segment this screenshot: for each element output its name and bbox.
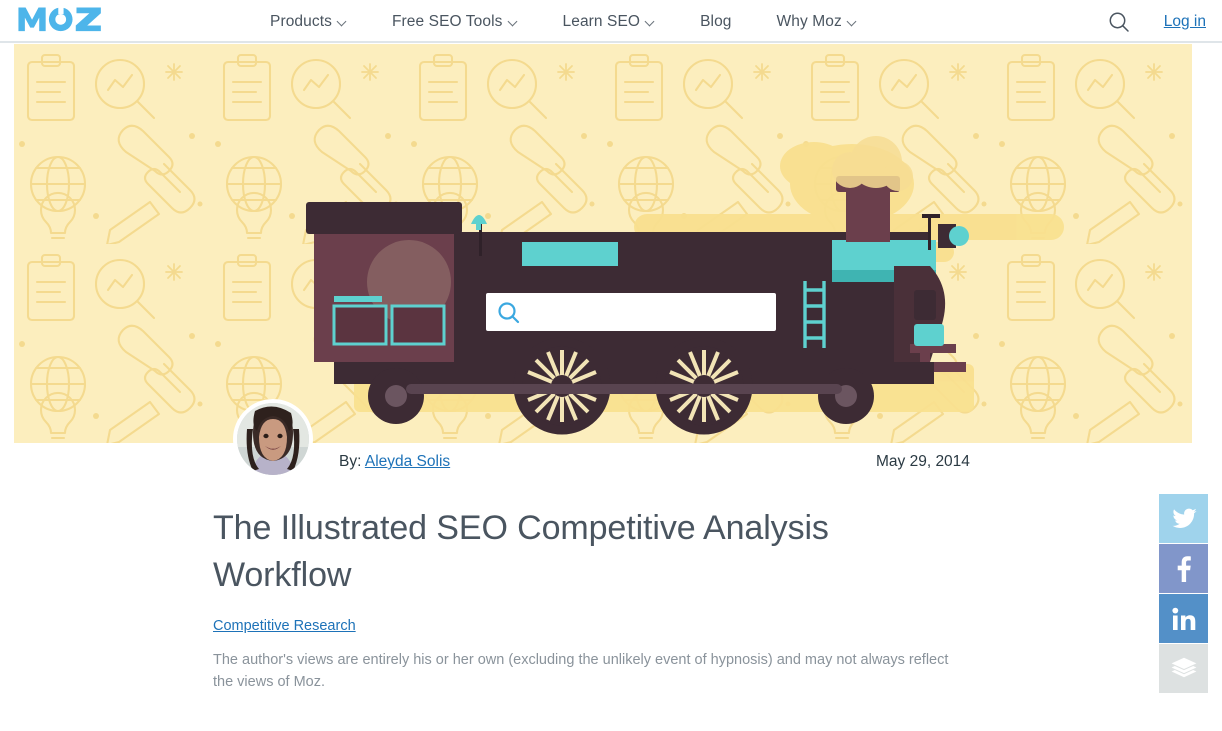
nav-item-why-moz[interactable]: Why Moz <box>777 13 857 31</box>
nav-item-learn-seo[interactable]: Learn SEO <box>563 13 656 31</box>
search-button[interactable] <box>1106 9 1132 35</box>
hero-illustration-svg <box>14 44 1192 443</box>
nav-item-label: Learn SEO <box>562 12 641 30</box>
nav-item-label: Products <box>270 12 332 30</box>
nav-item-label: Blog <box>700 12 732 30</box>
twitter-icon <box>1171 508 1197 528</box>
nav-item-label: Why Moz <box>776 12 842 30</box>
share-button-linkedin[interactable] <box>1159 594 1208 643</box>
buffer-icon <box>1171 657 1196 677</box>
nav-item-blog[interactable]: Blog <box>700 13 731 31</box>
nav-right-group: Log in <box>1106 0 1206 43</box>
moz-logo[interactable] <box>17 5 103 33</box>
linkedin-icon <box>1171 607 1195 630</box>
article-category-link[interactable]: Competitive Research <box>213 618 356 634</box>
share-button-facebook[interactable] <box>1159 544 1208 593</box>
article-disclaimer: The author's views are entirely his or h… <box>213 652 949 690</box>
login-link[interactable]: Log in <box>1164 13 1206 31</box>
byline-by-label: By: <box>339 453 362 470</box>
avatar-photo-icon <box>237 403 309 475</box>
article-header: The Illustrated SEO Competitive Analysis… <box>213 505 973 708</box>
social-share-rail <box>1159 494 1208 694</box>
share-button-buffer[interactable] <box>1159 644 1208 693</box>
nav-item-label: Free SEO Tools <box>391 12 503 30</box>
search-icon <box>1109 12 1129 32</box>
byline-date: May 29, 2014 <box>876 453 970 470</box>
byline-author-link[interactable]: Aleyda Solis <box>365 453 450 470</box>
byline-author-block: By: Aleyda Solis <box>339 453 450 471</box>
nav-item-free-seo-tools[interactable]: Free SEO Tools <box>392 13 518 31</box>
chevron-down-icon <box>509 18 518 27</box>
facebook-icon <box>1177 555 1191 582</box>
chevron-down-icon <box>338 18 347 27</box>
chevron-down-icon <box>848 18 857 27</box>
hero-illustration <box>14 44 1192 443</box>
avatar[interactable] <box>233 399 313 479</box>
top-navigation-bar: Products Free SEO Tools Learn SEO Blog W… <box>0 0 1222 43</box>
share-button-twitter[interactable] <box>1159 494 1208 543</box>
chevron-down-icon <box>646 18 655 27</box>
primary-nav: Products Free SEO Tools Learn SEO Blog W… <box>270 0 857 43</box>
page-title: The Illustrated SEO Competitive Analysis… <box>213 509 829 594</box>
moz-logo-icon <box>18 5 101 32</box>
avatar-image <box>237 403 309 475</box>
byline-bar: By: Aleyda Solis May 29, 2014 <box>14 399 1192 498</box>
nav-item-products[interactable]: Products <box>270 13 347 31</box>
